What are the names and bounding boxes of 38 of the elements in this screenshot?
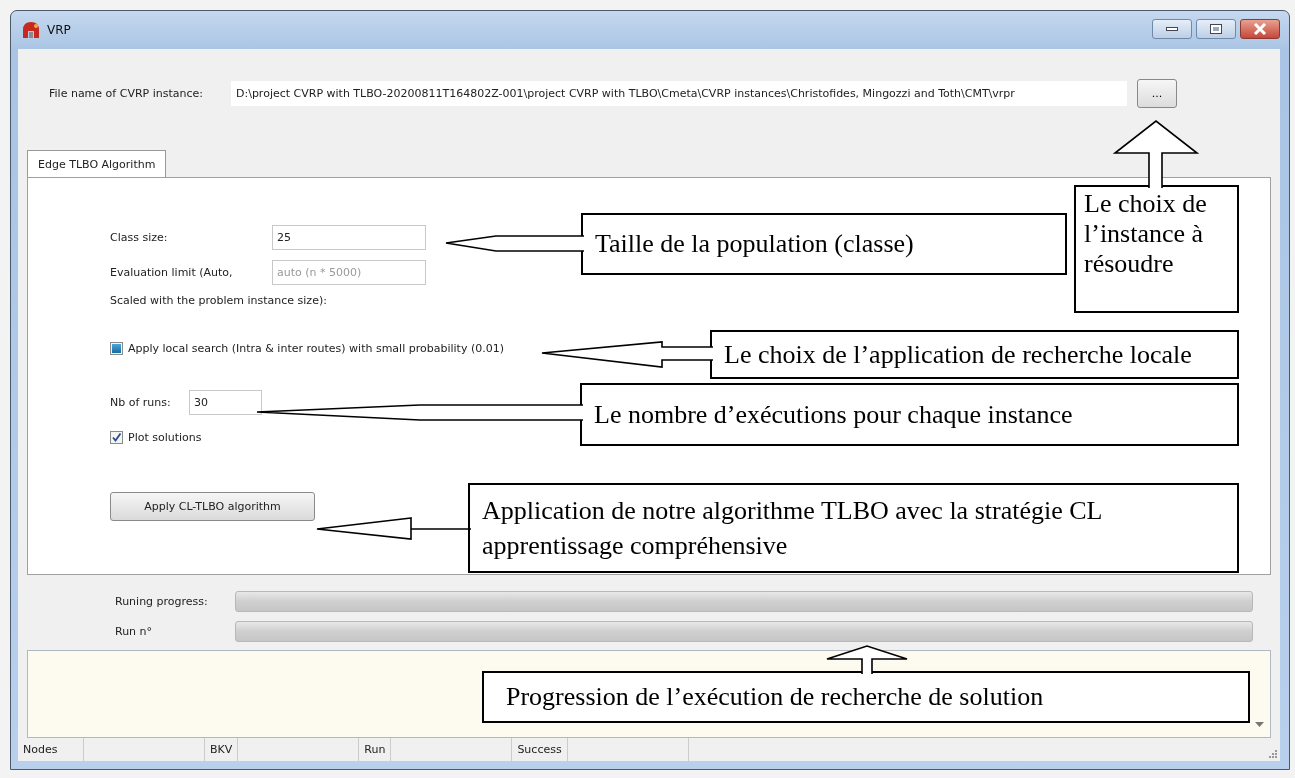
checkbox[interactable] bbox=[110, 430, 123, 444]
tab[interactable]: Edge TLBO Algorithm bbox=[27, 150, 167, 177]
field-label: Evaluation limit (Auto, bbox=[110, 266, 234, 279]
maximize-button[interactable] bbox=[1196, 19, 1236, 39]
status-label: Success bbox=[512, 738, 568, 761]
scroll-down-icon[interactable] bbox=[1255, 722, 1264, 727]
checkbox-label: Apply local search (Intra & inter routes) with small probability (0.01) bbox=[128, 341, 504, 355]
app-icon bbox=[20, 20, 42, 40]
progress-label: Runing progress: bbox=[115, 595, 209, 608]
minimize-icon bbox=[1166, 26, 1178, 32]
callout-text: Application de notre algorithme TLBO avec la stratégie CL apprentissage compréhensive bbox=[468, 483, 1239, 573]
status-label: Nodes bbox=[18, 738, 84, 761]
input-field[interactable]: 25 bbox=[272, 225, 426, 250]
apply-button[interactable]: Apply CL-TLBO algorithm bbox=[110, 492, 315, 521]
progress-label: Run n° bbox=[115, 625, 154, 638]
minimize-button[interactable] bbox=[1152, 19, 1192, 39]
callout-text: Le nombre d’exécutions pour chaque instance bbox=[580, 383, 1239, 446]
status-label: BKV bbox=[205, 738, 239, 761]
file-label: File name of CVRP instance: bbox=[49, 87, 204, 100]
window-title: VRP bbox=[47, 23, 71, 37]
callout-text: Progression de l’exécution de recherche de solution bbox=[482, 671, 1250, 723]
checkbox[interactable] bbox=[110, 341, 123, 355]
field-label: Nb of runs: bbox=[110, 395, 172, 409]
field-label: Scaled with the problem instance size): bbox=[110, 293, 327, 307]
close-icon bbox=[1253, 23, 1267, 35]
callout-text: Le choix de l’instance à résoudre bbox=[1074, 185, 1239, 313]
callout-text: Taille de la population (classe) bbox=[581, 213, 1067, 275]
resize-grip-icon[interactable] bbox=[1268, 749, 1277, 758]
file-path-field[interactable]: D:\project CVRP with TLBO-20200811T164802Z-001\project CVRP with TLBO\Cmeta\CVRP instances\Christofides, Mingozzi and Toth\CMT\vrpr bbox=[231, 81, 1127, 106]
input-field[interactable]: 30 bbox=[189, 389, 262, 415]
input-field[interactable]: auto (n * 5000) bbox=[272, 260, 426, 285]
status-label: Run bbox=[359, 738, 392, 761]
callout-text: Le choix de l’application de recherche locale bbox=[710, 330, 1239, 379]
maximize-icon bbox=[1210, 24, 1222, 34]
checkbox-label: Plot solutions bbox=[128, 430, 202, 444]
browse-button[interactable]: ... bbox=[1137, 79, 1177, 108]
field-label: Class size: bbox=[110, 231, 169, 244]
close-button[interactable] bbox=[1240, 19, 1280, 39]
